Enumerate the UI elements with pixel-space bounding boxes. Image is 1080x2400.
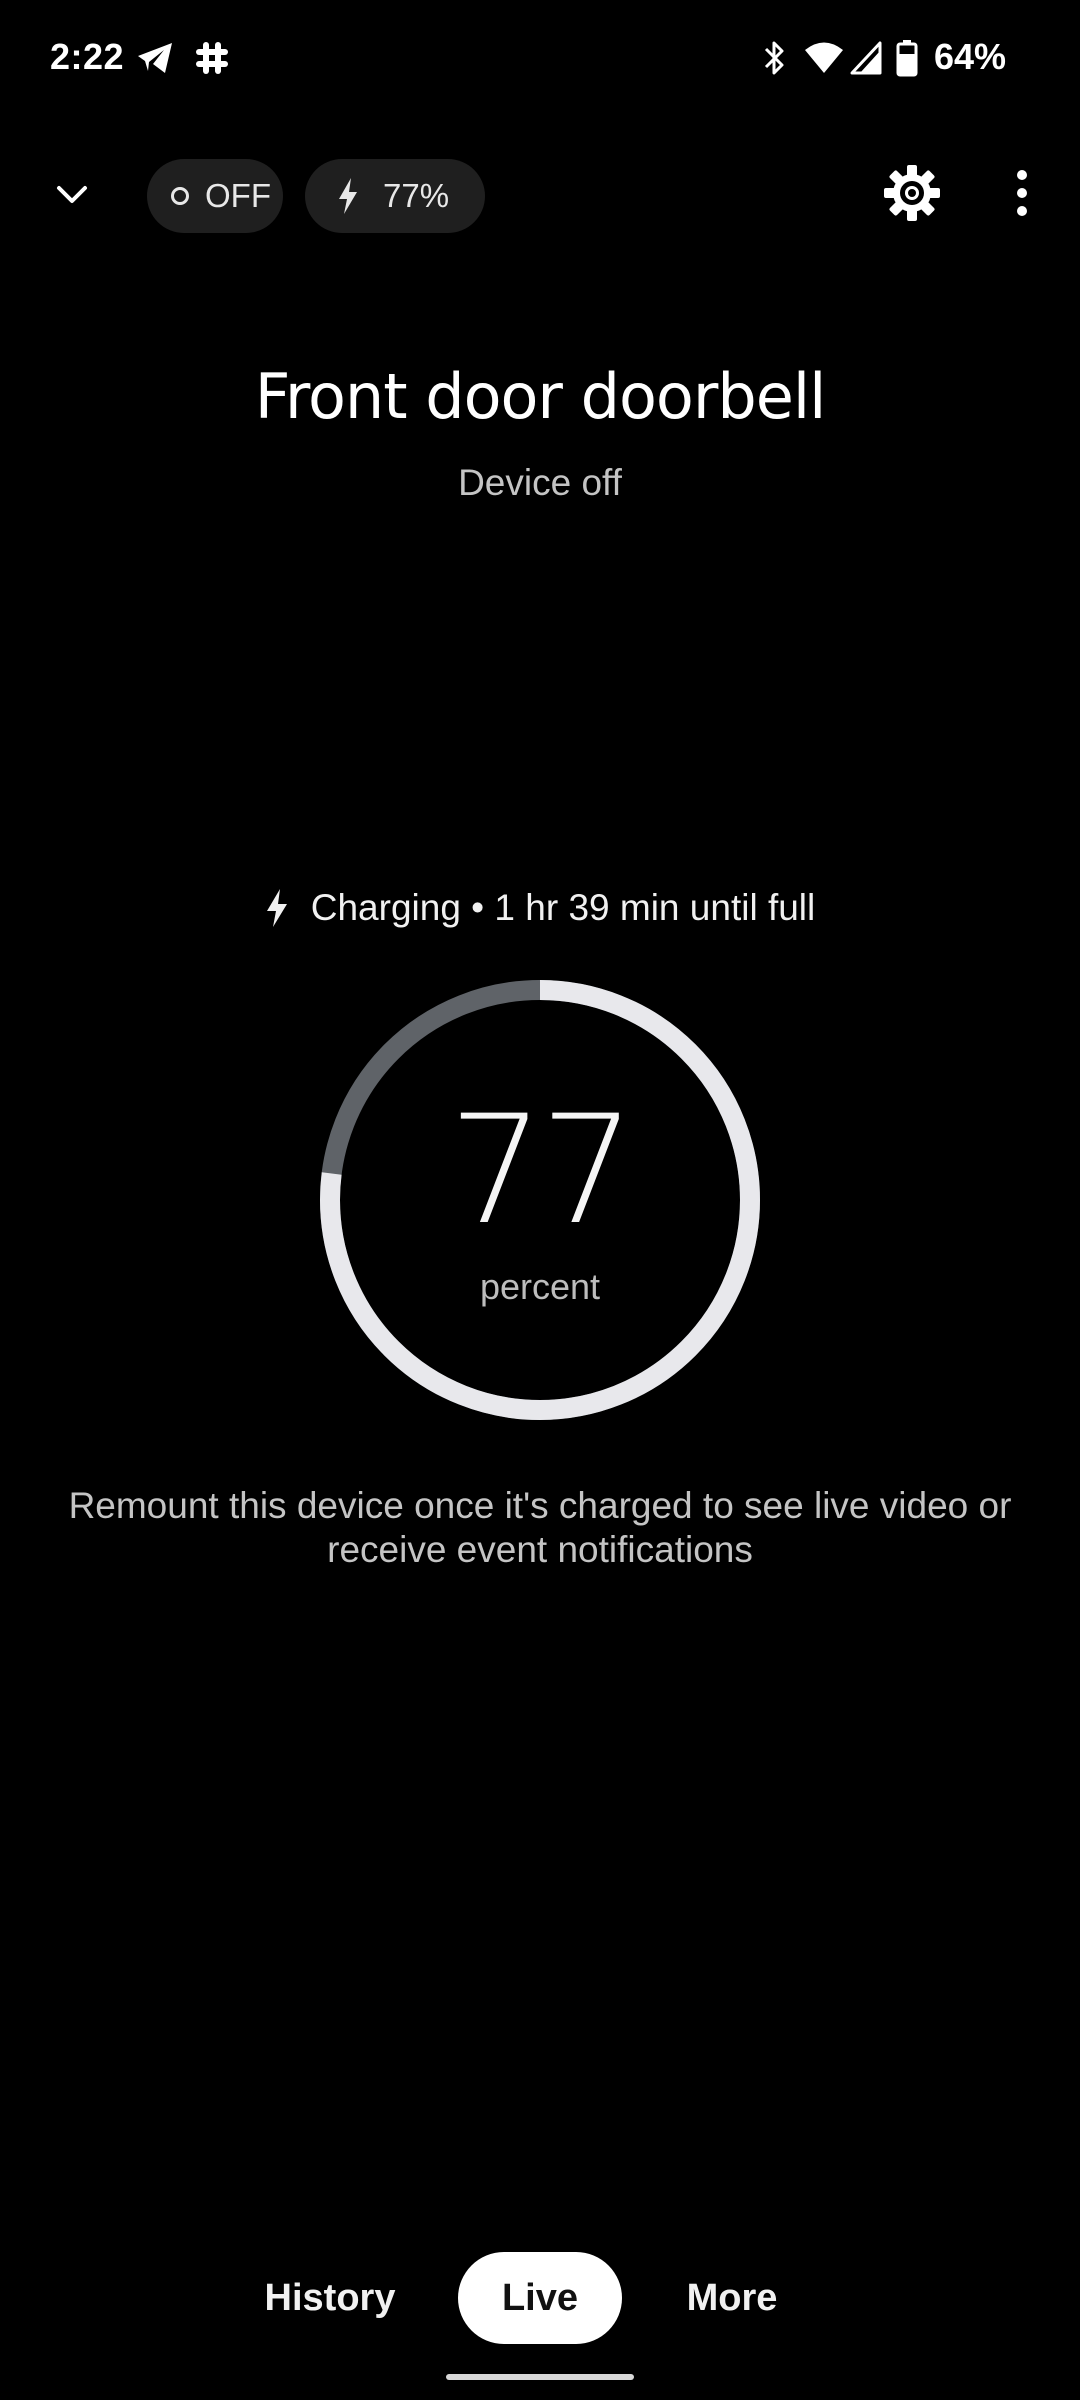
- device-toolbar: OFF 77%: [0, 155, 1080, 235]
- power-status-label: OFF: [205, 177, 271, 214]
- tab-more[interactable]: More: [652, 2252, 812, 2344]
- battery-percent: 64%: [933, 36, 1006, 77]
- tab-live[interactable]: Live: [458, 2252, 622, 2344]
- gear-icon: [882, 163, 942, 228]
- lightning-bolt-icon: [337, 177, 359, 215]
- battery-percent-value: 77: [448, 1084, 636, 1258]
- tab-history[interactable]: History: [240, 2252, 420, 2344]
- battery-icon: [896, 36, 918, 80]
- settings-button[interactable]: [876, 159, 948, 231]
- chevron-down-icon: [56, 185, 88, 210]
- home-indicator[interactable]: [446, 2374, 634, 2380]
- collapse-button[interactable]: [40, 165, 104, 229]
- charging-status: Charging • 1 hr 39 min until full: [0, 887, 1080, 929]
- battery-gauge: 77 percent: [316, 976, 764, 1424]
- wifi-icon: [804, 36, 844, 80]
- battery-percent-unit: percent: [479, 1266, 601, 1307]
- more-vert-icon: [1016, 169, 1028, 222]
- battery-chip-label: 77%: [383, 177, 450, 214]
- bottom-tab-bar: History Live More: [0, 2252, 1080, 2344]
- battery-chip[interactable]: 77%: [305, 159, 485, 233]
- status-time: 2:22: [50, 36, 125, 77]
- telegram-icon: [136, 36, 174, 80]
- lightning-bolt-icon: [265, 888, 289, 928]
- remount-notice: Remount this device once it's charged to…: [68, 1485, 1012, 1570]
- slack-icon: [194, 36, 230, 80]
- device-title: Front door doorbell: [254, 360, 827, 433]
- off-dot-icon: [171, 187, 189, 205]
- charging-label: Charging • 1 hr 39 min until full: [310, 887, 816, 928]
- power-status-chip[interactable]: OFF: [147, 159, 283, 233]
- bluetooth-icon: [762, 36, 788, 80]
- more-options-button[interactable]: [1000, 159, 1044, 231]
- device-status: Device off: [458, 462, 622, 503]
- status-bar: 2:22 64%: [0, 0, 1080, 120]
- signal-icon: [850, 36, 882, 80]
